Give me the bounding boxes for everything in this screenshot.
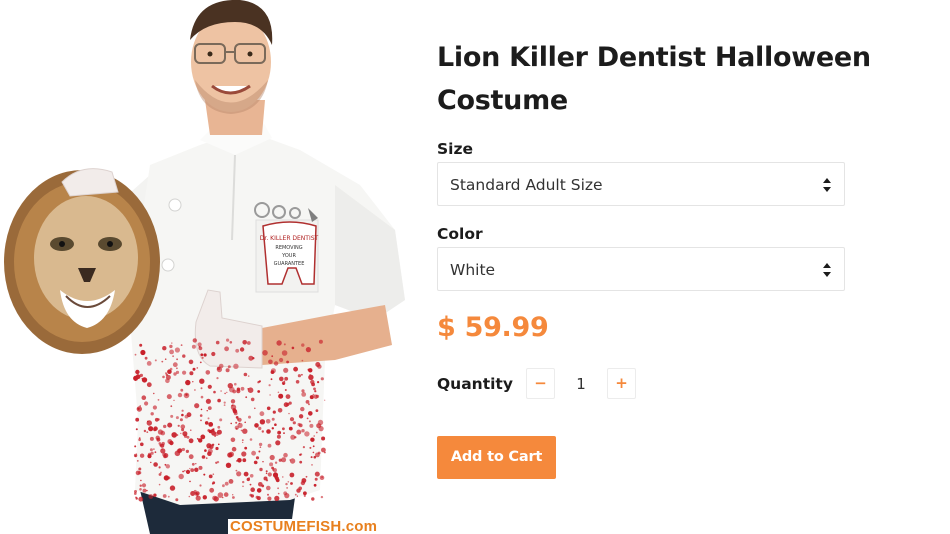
product-title: Lion Killer Dentist Halloween Costume <box>437 42 871 116</box>
color-select-value: White <box>450 261 496 279</box>
product-price: $ 59.99 <box>437 312 549 343</box>
quantity-value[interactable]: 1 <box>561 374 601 394</box>
size-select-value: Standard Adult Size <box>450 176 603 194</box>
quantity-decrement-button[interactable]: − <box>526 368 555 399</box>
pocket-sign-line-4: GUARANTEE <box>274 261 305 267</box>
quantity-label: Quantity <box>437 375 513 393</box>
size-select[interactable]: Standard Adult Size <box>437 162 845 206</box>
sort-arrows-icon <box>823 178 831 192</box>
pocket-sign-line-1: Dr. KILLER DENTIST <box>260 235 319 242</box>
sort-arrows-icon <box>823 263 831 277</box>
watermark-text: COSTUMEFISH.com <box>228 519 388 534</box>
quantity-increment-button[interactable]: + <box>607 368 636 399</box>
product-image: Dr. KILLER DENTIST REMOVING YOUR GUARANT… <box>0 0 420 534</box>
pocket-sign-line-3: YOUR <box>281 253 296 259</box>
add-to-cart-button[interactable]: Add to Cart <box>437 436 556 479</box>
color-label: Color <box>437 225 483 243</box>
color-select[interactable]: White <box>437 247 845 291</box>
size-label: Size <box>437 140 474 158</box>
pocket-sign-line-2: REMOVING <box>275 245 302 251</box>
